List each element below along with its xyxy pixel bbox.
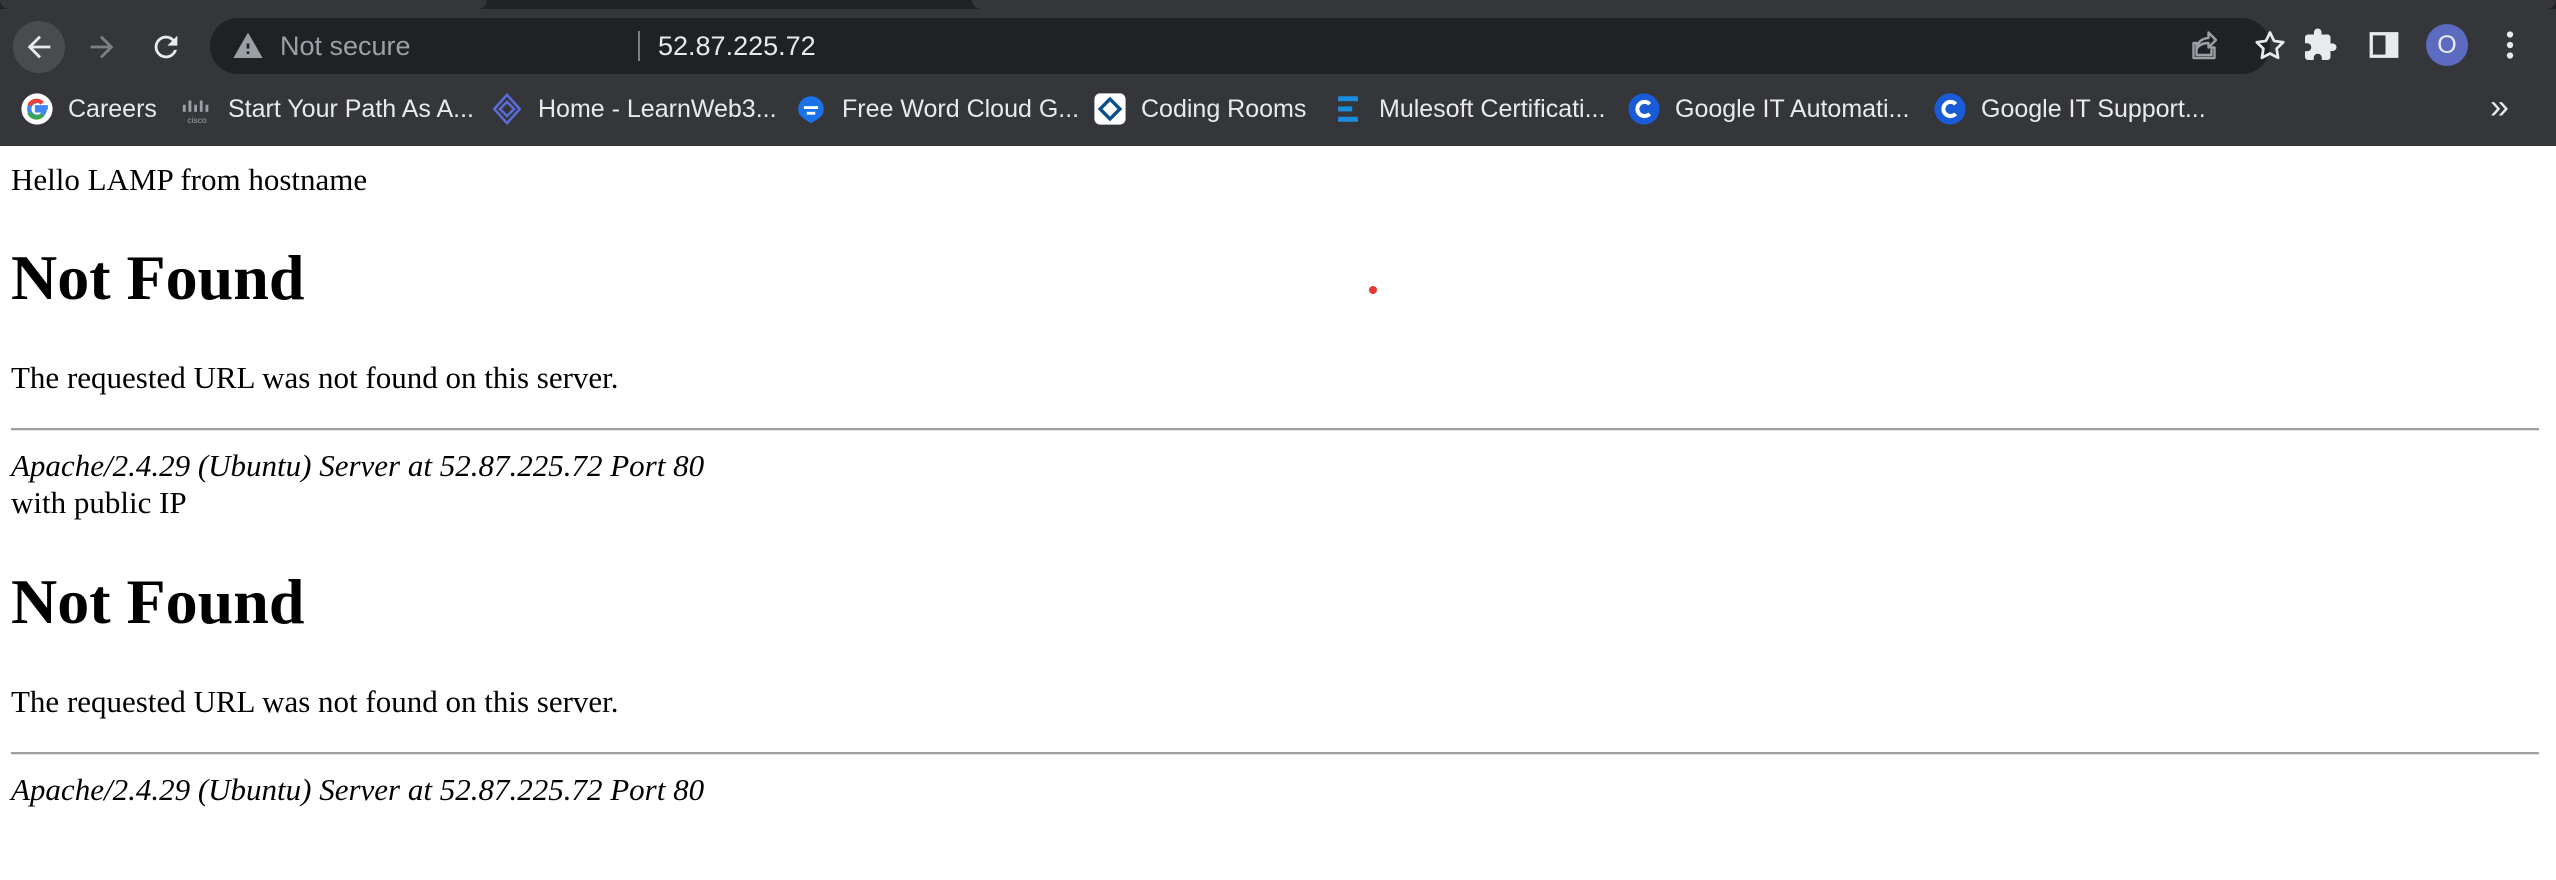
warning-icon[interactable] bbox=[232, 30, 264, 62]
bookmarks-overflow-button[interactable]: » bbox=[2490, 81, 2509, 137]
bookmark-label: Mulesoft Certificati... bbox=[1379, 94, 1606, 123]
bookmarks-bar: Careers cisco Start Your Path As A... Ho… bbox=[0, 81, 2556, 146]
url-text[interactable]: 52.87.225.72 bbox=[658, 18, 816, 74]
page-content: Hello LAMP from hostname Not Found The r… bbox=[0, 146, 2556, 880]
toolbar: Not secure 52.87.225.72 O bbox=[0, 9, 2556, 81]
tab-active[interactable] bbox=[972, 0, 2556, 9]
extensions-puzzle-icon[interactable] bbox=[2302, 27, 2338, 63]
address-bar[interactable]: Not secure 52.87.225.72 bbox=[210, 18, 2285, 74]
forward-arrow-icon bbox=[90, 35, 114, 59]
back-button[interactable] bbox=[13, 21, 65, 73]
bookmark-label: Free Word Cloud G... bbox=[842, 94, 1080, 123]
bookmark-coding-rooms[interactable]: Coding Rooms bbox=[1093, 81, 1306, 137]
browser-chrome: Not secure 52.87.225.72 O Careers cisco bbox=[0, 0, 2556, 146]
side-panel-icon[interactable] bbox=[2366, 27, 2402, 63]
reload-icon bbox=[154, 35, 178, 59]
divider bbox=[11, 428, 2539, 431]
profile-avatar[interactable]: O bbox=[2426, 24, 2468, 66]
back-arrow-icon bbox=[27, 35, 51, 59]
server-signature: Apache/2.4.29 (Ubuntu) Server at 52.87.2… bbox=[11, 448, 705, 483]
bookmark-star-icon[interactable] bbox=[2252, 28, 2288, 64]
cisco-icon: cisco bbox=[182, 100, 209, 125]
google-g-icon bbox=[21, 93, 53, 125]
not-found-heading: Not Found bbox=[11, 566, 305, 637]
bookmark-google-it-support[interactable]: Google IT Support... bbox=[1933, 81, 2206, 137]
share-icon[interactable] bbox=[2186, 28, 2222, 64]
forward-button[interactable] bbox=[76, 21, 128, 73]
bookmark-label: Google IT Automati... bbox=[1675, 94, 1910, 123]
bookmark-label: Start Your Path As A... bbox=[228, 94, 474, 123]
bookmark-label: Google IT Support... bbox=[1981, 94, 2206, 123]
svg-text:cisco: cisco bbox=[187, 115, 207, 125]
bookmark-label: Careers bbox=[68, 94, 157, 123]
wordcloud-icon bbox=[798, 96, 824, 124]
bookmark-careers[interactable]: Careers bbox=[20, 81, 157, 137]
bookmark-learnweb3[interactable]: Home - LearnWeb3... bbox=[490, 81, 777, 137]
coding-rooms-icon bbox=[1094, 93, 1126, 125]
tab-inactive[interactable] bbox=[0, 0, 487, 9]
mulesoft-icon bbox=[1338, 96, 1358, 122]
coursera-icon bbox=[1628, 93, 1660, 125]
bookmark-word-cloud[interactable]: Free Word Cloud G... bbox=[794, 81, 1079, 137]
bookmark-cisco[interactable]: cisco Start Your Path As A... bbox=[180, 81, 474, 137]
divider bbox=[11, 752, 2539, 755]
bookmark-label: Home - LearnWeb3... bbox=[538, 94, 777, 123]
error-message: The requested URL was not found on this … bbox=[11, 684, 619, 719]
error-message: The requested URL was not found on this … bbox=[11, 360, 619, 395]
omnibox-divider bbox=[638, 31, 640, 61]
cursor-dot bbox=[1369, 286, 1377, 294]
bookmark-mulesoft[interactable]: Mulesoft Certificati... bbox=[1331, 81, 1605, 137]
security-label[interactable]: Not secure bbox=[280, 18, 411, 74]
bookmark-google-it-automation[interactable]: Google IT Automati... bbox=[1627, 81, 1909, 137]
not-found-heading: Not Found bbox=[11, 242, 305, 313]
greeting-text: Hello LAMP from hostname bbox=[11, 162, 368, 197]
tab-strip bbox=[0, 0, 2556, 9]
bookmark-label: Coding Rooms bbox=[1141, 94, 1307, 123]
learnweb3-icon bbox=[492, 92, 522, 126]
coursera-icon bbox=[1934, 93, 1966, 125]
public-ip-text: with public IP bbox=[11, 485, 187, 520]
kebab-menu-icon[interactable] bbox=[2492, 27, 2528, 63]
reload-button[interactable] bbox=[140, 21, 192, 73]
server-signature: Apache/2.4.29 (Ubuntu) Server at 52.87.2… bbox=[11, 772, 705, 807]
